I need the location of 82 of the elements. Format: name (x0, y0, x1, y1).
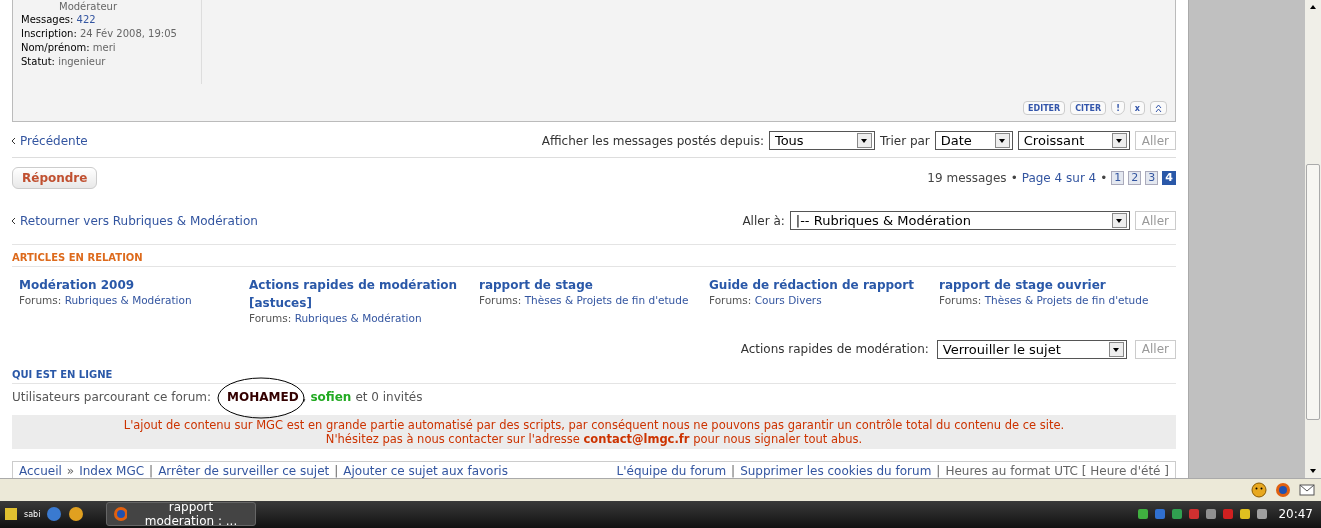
mail-icon[interactable] (1299, 482, 1315, 497)
post-action-button[interactable]: CITER (1070, 101, 1107, 116)
separator: | (936, 464, 941, 478)
field-label: Statut: (21, 56, 55, 67)
top-button[interactable] (1150, 101, 1167, 116)
separator: | (149, 464, 154, 478)
article-forum: Forums: Rubriques & Modération (19, 294, 193, 307)
page-link[interactable]: 1 (1111, 170, 1125, 185)
article-link[interactable]: Actions rapides de modération [astuces] (249, 276, 459, 313)
sort-select[interactable]: Date (934, 131, 1013, 151)
tray-icon[interactable] (1238, 507, 1253, 522)
separator: | (731, 464, 736, 478)
scrollbar-thumb[interactable] (1306, 164, 1320, 420)
field-value: meri (92, 42, 116, 53)
back-link[interactable]: Retourner vers Rubriques & Modération (20, 213, 258, 228)
page-link[interactable]: 3 (1145, 170, 1159, 185)
app-icon[interactable] (68, 506, 85, 523)
sort-label: Trier par (879, 133, 930, 148)
post-action-button[interactable]: x (1129, 101, 1145, 116)
breadcrumb-separator: » (66, 464, 75, 478)
article-link[interactable]: Guide de rédaction de rapport (709, 276, 919, 295)
report-button[interactable]: ! (1111, 101, 1125, 116)
field-label: Messages: (21, 14, 74, 25)
browser-icon[interactable] (1275, 481, 1291, 498)
page-link[interactable]: 2 (1128, 170, 1142, 185)
bullet-separator: • (1100, 170, 1108, 185)
breadcrumb-link[interactable]: Index MGC (79, 464, 145, 478)
clock: 20:47 (1278, 507, 1313, 522)
article-forum: Forums: Thèses & Projets de fin d'etude (939, 294, 1149, 307)
tray-icon[interactable] (1170, 507, 1185, 522)
previous-link[interactable]: Précédente (20, 133, 88, 148)
footer-link[interactable]: Arrêter de surveiller ce sujet (158, 464, 330, 478)
field-label: Inscription: (21, 28, 77, 39)
quick-mod-select[interactable]: Verrouiller le sujet (936, 339, 1127, 359)
guest-count: et 0 invités (355, 389, 423, 404)
online-label: Utilisateurs parcourant ce forum: (12, 389, 212, 404)
notice-text: L'ajout de contenu sur MGC est en grande partie automatisé par des scripts, par conséquent nous ne pouvons pas garantir un contrôle total du contenu de ce site. (122, 418, 1066, 433)
reply-button[interactable]: Répondre (12, 166, 98, 189)
footer-link[interactable]: Ajouter ce sujet aux favoris (343, 464, 508, 478)
breadcrumb-link[interactable]: Accueil (19, 464, 62, 478)
forum-jump-select[interactable]: |-- Rubriques & Modération (789, 211, 1130, 231)
app-icon[interactable] (4, 507, 18, 522)
message-count: 19 messages (927, 170, 1007, 185)
section-heading: QUI EST EN LIGNE (12, 362, 1176, 384)
footer-link[interactable]: L'équipe du forum (616, 464, 727, 478)
article-forum: Forums: Rubriques & Modération (249, 312, 423, 325)
online-user[interactable]: MOHAMED (227, 389, 299, 404)
field-value: 24 Fév 2008, 19:05 (79, 28, 177, 39)
tray-icon[interactable] (1204, 507, 1219, 522)
filter-label: Afficher les messages postés depuis: (541, 133, 764, 148)
field-value[interactable]: 422 (76, 14, 96, 25)
app-icon[interactable] (46, 506, 63, 523)
page-info-link[interactable]: Page 4 sur 4 (1021, 170, 1097, 185)
caret-icon (1155, 104, 1162, 114)
article-forum: Forums: Thèses & Projets de fin d'etude (479, 294, 689, 307)
order-select[interactable]: Croissant (1017, 131, 1130, 151)
field-value: ingenieur (58, 56, 106, 67)
page-link[interactable]: 4 (1162, 170, 1176, 185)
article-link[interactable]: rapport de stage ouvrier (939, 276, 1149, 295)
browser-icon (113, 506, 127, 523)
tray-icon[interactable] (1255, 507, 1270, 522)
section-heading: ARTICLES EN RELATION (12, 245, 1176, 268)
article-forum: Forums: Cours Divers (709, 294, 823, 307)
taskbar-window-button[interactable]: rapport moderation : ... (106, 502, 257, 527)
tray-icon[interactable] (1136, 507, 1151, 522)
bullet-separator: • (1010, 170, 1018, 185)
jump-label: Aller à: (742, 213, 785, 228)
field-label: Nom/prénom: (21, 42, 90, 53)
quick-mod-label: Actions rapides de modération: (740, 342, 929, 357)
smiley-icon[interactable] (1251, 481, 1267, 498)
scrollbar[interactable] (1305, 0, 1321, 478)
timezone-text: Heures au format UTC [ Heure d'été ] (945, 464, 1169, 478)
article-link[interactable]: rapport de stage (479, 276, 689, 295)
footer-link[interactable]: Supprimer les cookies du forum (740, 464, 932, 478)
user-rank: Modérateur (58, 0, 118, 13)
post-action-button[interactable]: EDITER (1023, 101, 1066, 116)
filter-select[interactable]: Tous (768, 131, 875, 151)
quick-launch-label[interactable]: sabi (24, 509, 41, 519)
comma: , (302, 389, 307, 404)
notice-text: N'hésitez pas à nous contacter sur l'adresse contact@lmgc.fr pour nous signaler tout abus. (324, 432, 864, 447)
separator: | (334, 464, 339, 478)
article-link[interactable]: Modération 2009 (19, 276, 229, 295)
